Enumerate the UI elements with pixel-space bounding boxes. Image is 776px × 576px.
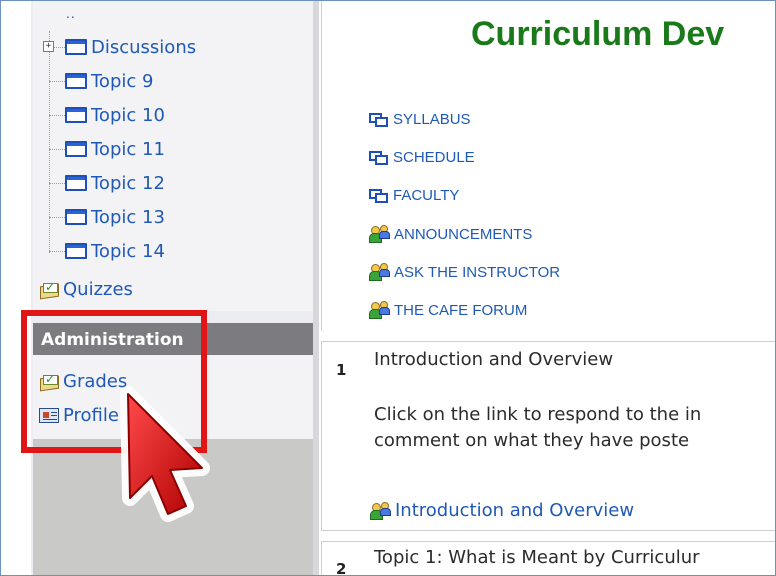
tree-item-topic-11[interactable]: Topic 11 (49, 136, 165, 162)
tree-item-topic-12[interactable]: Topic 12 (49, 170, 165, 196)
tree-branch (49, 182, 65, 184)
course-section-1: 1 Introduction and Overview Click on the… (321, 341, 775, 531)
tree-item-label[interactable]: Topic 12 (91, 173, 165, 194)
window-icon (65, 39, 87, 55)
resource-syllabus[interactable]: SYLLABUS (369, 111, 471, 128)
main-border (321, 1, 322, 331)
resource-label[interactable]: FACULTY (393, 187, 459, 204)
resource-label[interactable]: SYLLABUS (393, 111, 471, 128)
window-icon (65, 175, 87, 191)
tree-item-label[interactable]: Topic 9 (91, 71, 153, 92)
section-number: 1 (336, 361, 347, 379)
course-section-2: 2 Topic 1: What is Meant by Curriculur (321, 541, 775, 576)
forum-icon (369, 301, 390, 319)
forum-icon (370, 501, 391, 520)
section-number: 2 (336, 560, 347, 576)
tree-branch (49, 250, 65, 252)
section-title: Topic 1: What is Meant by Curriculur (374, 547, 700, 568)
parent-link[interactable]: .. (66, 7, 76, 21)
forum-icon (369, 263, 390, 281)
section-link-label[interactable]: Introduction and Overview (395, 500, 634, 521)
resource-label[interactable]: ANNOUNCEMENTS (394, 226, 532, 243)
section-forum-link[interactable]: Introduction and Overview (370, 500, 634, 521)
tree-item-discussions[interactable]: + Discussions (43, 34, 196, 60)
resource-label[interactable]: SCHEDULE (393, 149, 475, 166)
section-title: Introduction and Overview (374, 349, 614, 370)
tree-item-label[interactable]: Topic 13 (91, 207, 165, 228)
tree-item-topic-14[interactable]: Topic 14 (49, 238, 165, 264)
tree-branch (49, 148, 65, 150)
tree-item-topic-13[interactable]: Topic 13 (49, 204, 165, 230)
window-icon (65, 209, 87, 225)
window-icon (369, 188, 389, 203)
tree-branch (49, 114, 65, 116)
mouse-cursor-icon (120, 386, 210, 522)
resource-announcements[interactable]: ANNOUNCEMENTS (369, 225, 532, 243)
quiz-icon: ✓ (39, 280, 59, 299)
course-title: Curriculum Dev (471, 15, 725, 53)
left-margin (1, 1, 31, 575)
resource-faculty[interactable]: FACULTY (369, 187, 459, 204)
tree-item-label[interactable]: Topic 14 (91, 241, 165, 262)
window-icon (369, 112, 389, 127)
window-icon (65, 141, 87, 157)
forum-icon (369, 225, 390, 243)
resource-cafe-forum[interactable]: THE CAFE FORUM (369, 301, 527, 319)
tree-branch (49, 80, 65, 82)
tree-item-topic-9[interactable]: Topic 9 (49, 68, 153, 94)
section-body-line: Click on the link to respond to the in (374, 404, 702, 425)
window-icon (65, 243, 87, 259)
window-icon (65, 73, 87, 89)
resource-ask-the-instructor[interactable]: ASK THE INSTRUCTOR (369, 263, 560, 281)
tree-item-topic-10[interactable]: Topic 10 (49, 102, 165, 128)
tree-item-label[interactable]: Discussions (91, 37, 196, 58)
resource-label[interactable]: ASK THE INSTRUCTOR (394, 264, 560, 281)
expand-plus-icon[interactable]: + (43, 41, 54, 52)
quizzes-link[interactable]: ✓ Quizzes (39, 279, 133, 300)
tree-item-label[interactable]: Topic 11 (91, 139, 165, 160)
tree-branch (49, 216, 65, 218)
tree-item-label[interactable]: Topic 10 (91, 105, 165, 126)
browser-frame: .. + Discussions Topic 9 Topic 10 Topic … (0, 0, 776, 576)
resource-label[interactable]: THE CAFE FORUM (394, 302, 527, 319)
resource-schedule[interactable]: SCHEDULE (369, 149, 475, 166)
section-body-line: comment on what they have poste (374, 430, 690, 451)
quizzes-label[interactable]: Quizzes (63, 279, 133, 300)
window-icon (65, 107, 87, 123)
window-icon (369, 150, 389, 165)
